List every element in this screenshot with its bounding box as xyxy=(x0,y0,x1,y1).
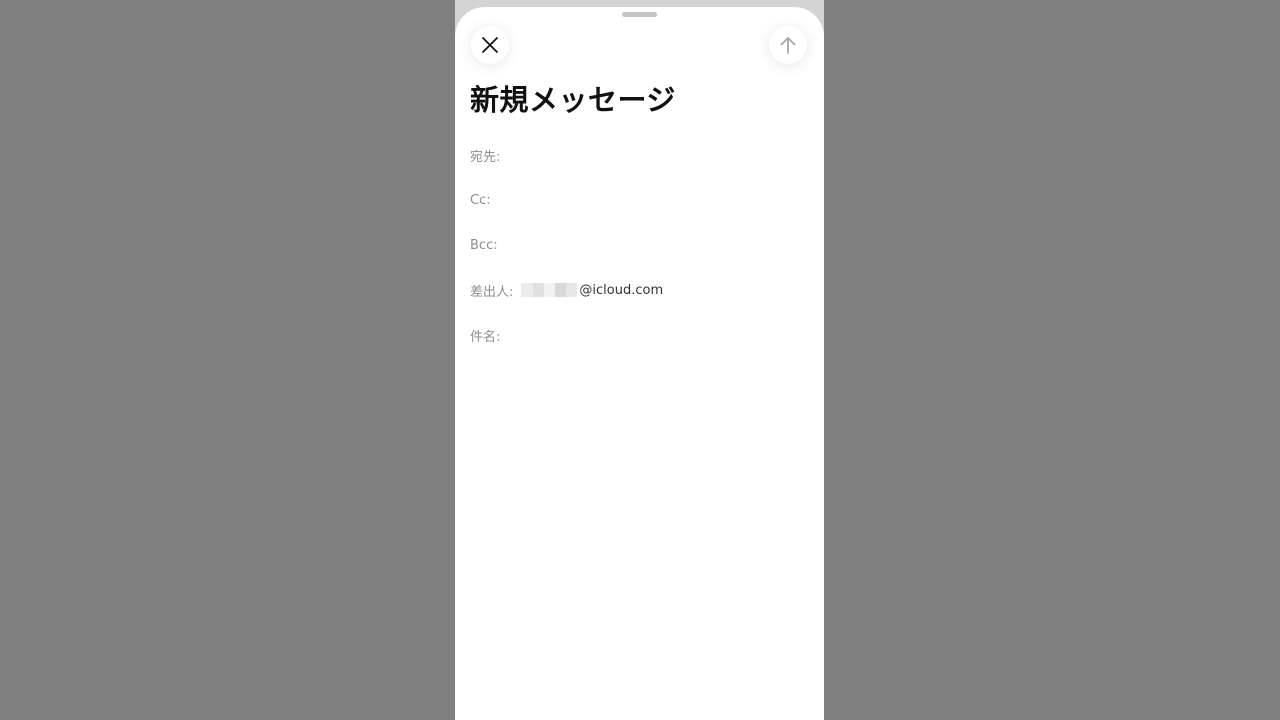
subject-label: 件名: xyxy=(470,329,501,345)
from-label: 差出人: xyxy=(470,284,514,300)
subject-input[interactable] xyxy=(508,324,810,346)
cc-input[interactable] xyxy=(498,189,810,211)
device-screen: 新規メッセージ 宛先: Cc: Bcc: 差出人: @icloud.com 件名… xyxy=(455,0,824,720)
to-input[interactable] xyxy=(508,144,810,166)
close-button[interactable] xyxy=(471,26,509,64)
bcc-field[interactable]: Bcc: xyxy=(470,231,810,259)
to-field[interactable]: 宛先: xyxy=(470,141,810,169)
message-body[interactable] xyxy=(470,367,810,707)
sheet-grabber[interactable] xyxy=(622,12,657,17)
bcc-label: Bcc: xyxy=(470,237,498,253)
from-address[interactable]: @icloud.com xyxy=(521,283,663,298)
cc-field[interactable]: Cc: xyxy=(470,186,810,214)
redacted-username xyxy=(521,283,578,297)
arrow-up-icon xyxy=(780,37,796,54)
bcc-input[interactable] xyxy=(505,234,810,256)
send-button[interactable] xyxy=(769,26,807,64)
from-field[interactable]: 差出人: @icloud.com xyxy=(470,276,810,304)
cc-label: Cc: xyxy=(470,192,491,208)
to-label: 宛先: xyxy=(470,149,501,165)
page-title: 新規メッセージ xyxy=(470,83,676,117)
close-icon xyxy=(482,37,498,53)
subject-field[interactable]: 件名: xyxy=(470,321,810,349)
from-domain: @icloud.com xyxy=(579,282,664,298)
compose-sheet: 新規メッセージ 宛先: Cc: Bcc: 差出人: @icloud.com 件名… xyxy=(455,7,824,720)
